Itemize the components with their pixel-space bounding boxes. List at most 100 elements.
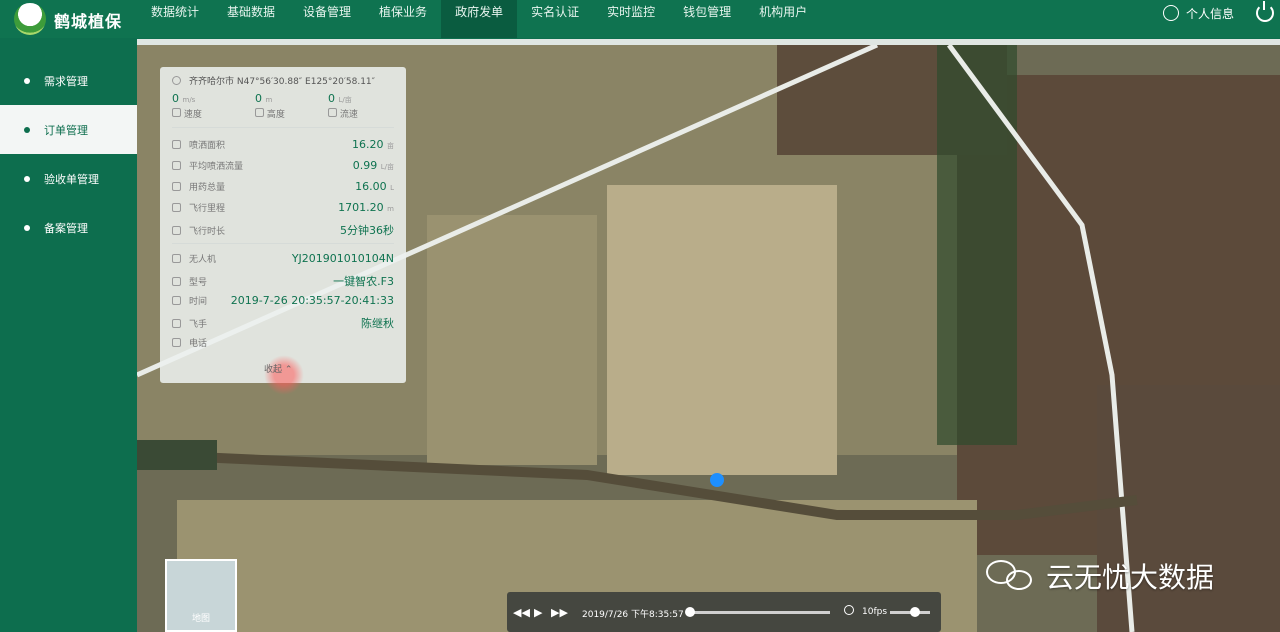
sidebar-item-label: 需求管理 — [44, 74, 88, 88]
user-icon[interactable] — [1163, 5, 1179, 21]
stat-label: 飞行里程 — [189, 204, 226, 214]
speed-slider[interactable] — [890, 607, 930, 617]
sidebar-item-acceptance[interactable]: 验收单管理 — [0, 154, 137, 203]
info-value: 陈继秋 — [361, 317, 394, 330]
nav-item-stats[interactable]: 数据统计 — [137, 0, 213, 38]
fast-forward-icon[interactable]: ▶▶ — [551, 606, 568, 619]
model-icon — [172, 276, 181, 286]
click-indicator — [264, 355, 304, 395]
info-label: 无人机 — [189, 255, 217, 265]
collapse-button[interactable]: 收起 ⌃ — [264, 362, 292, 375]
collapse-label: 收起 — [264, 365, 283, 375]
stat-value: 1701.20 — [338, 201, 384, 214]
sidebar-item-label: 订单管理 — [44, 123, 88, 137]
speed-label: 速度 — [183, 110, 202, 120]
power-icon[interactable] — [1256, 1, 1274, 22]
track-position-marker[interactable] — [710, 473, 724, 487]
nav-item-base-data[interactable]: 基础数据 — [213, 0, 289, 38]
bullet-icon — [24, 175, 30, 182]
info-value: YJ201901010104N — [291, 252, 394, 265]
distance-icon — [172, 203, 181, 212]
wechat-icon — [986, 558, 1038, 594]
nav-item-real-name[interactable]: 实名认证 — [517, 0, 593, 38]
stat-row: 喷洒面积 16.20 亩 — [172, 138, 394, 151]
stat-unit: L/亩 — [380, 163, 394, 171]
info-label: 电话 — [189, 339, 208, 349]
nav-item-device[interactable]: 设备管理 — [289, 0, 365, 38]
sidebar-item-orders[interactable]: 订单管理 — [0, 105, 137, 154]
sidebar-item-label: 验收单管理 — [44, 172, 99, 186]
stat-value: 16.00 — [355, 180, 387, 193]
bullet-icon — [24, 126, 30, 133]
flow-icon — [328, 108, 337, 117]
bullet-icon — [24, 224, 30, 231]
info-value: 2019-7-26 20:35:57-20:41:33 — [230, 294, 394, 307]
info-label: 飞手 — [189, 319, 208, 330]
top-navbar: 鹤城植保 数据统计 基础数据 设备管理 植保业务 政府发单 实名认证 实时监控 … — [0, 0, 1280, 38]
height-unit: m — [265, 96, 273, 104]
stat-row: 用药总量 16.00 L — [172, 180, 394, 193]
brand-logo — [14, 3, 46, 35]
stat-row: 飞行里程 1701.20 m — [172, 201, 394, 214]
stat-value: 0.99 — [352, 159, 378, 172]
speed-unit: m/s — [182, 96, 196, 104]
info-row: 飞手 陈继秋 — [172, 315, 394, 331]
minimap[interactable]: 地图 — [165, 559, 237, 632]
progress-knob[interactable] — [685, 607, 695, 617]
stat-value: 5分钟36秒 — [340, 224, 394, 237]
nav-item-org-users[interactable]: 机构用户 — [745, 0, 821, 38]
location-icon — [172, 76, 181, 85]
area-icon — [172, 140, 181, 149]
phone-icon — [172, 338, 181, 347]
info-row: 无人机 YJ201901010104N — [172, 252, 394, 265]
nav-item-monitor[interactable]: 实时监控 — [593, 0, 669, 38]
main-nav: 数据统计 基础数据 设备管理 植保业务 政府发单 实名认证 实时监控 钱包管理 … — [137, 0, 821, 38]
pilot-icon — [172, 318, 181, 328]
chemical-icon — [172, 182, 181, 191]
flow-label: 流速 — [339, 110, 358, 120]
info-row: 型号 一键智农.F3 — [172, 273, 394, 289]
clock-icon — [844, 605, 854, 615]
divider — [172, 243, 394, 244]
stat-unit: L — [390, 184, 394, 192]
rewind-icon[interactable]: ◀◀ — [513, 606, 530, 619]
height-label: 高度 — [266, 110, 285, 120]
speed-value: 0 — [172, 92, 179, 105]
user-info-link[interactable]: 个人信息 — [1186, 5, 1234, 22]
bullet-icon — [24, 77, 30, 84]
calendar-icon — [172, 296, 181, 305]
speed-knob[interactable] — [910, 607, 920, 617]
speed-icon — [172, 108, 181, 117]
watermark: 云无忧大数据 — [986, 556, 1214, 596]
height-icon — [255, 108, 264, 117]
playback-progress[interactable] — [685, 607, 830, 617]
play-icon[interactable]: ▶ — [534, 606, 542, 619]
playback-timestamp: 2019/7/26 下午8:35:57 — [582, 610, 684, 620]
stat-row: 飞行时长 5分钟36秒 — [172, 222, 394, 238]
sidebar: 需求管理 订单管理 验收单管理 备案管理 — [0, 56, 137, 632]
stat-value: 16.20 — [352, 138, 384, 151]
flow-rate-icon — [172, 161, 181, 170]
flow-unit: L/亩 — [338, 96, 352, 104]
info-row: 电话 — [172, 336, 394, 349]
location-text: 齐齐哈尔市 N47°56′30.88″ E125°20′58.11″ — [189, 77, 376, 87]
chevron-up-icon: ⌃ — [284, 365, 293, 375]
fps-label: 10fps — [862, 607, 888, 617]
sidebar-item-demand[interactable]: 需求管理 — [0, 56, 137, 105]
stat-unit: 亩 — [387, 142, 394, 150]
sidebar-item-filing[interactable]: 备案管理 — [0, 203, 137, 252]
info-row: 时间 2019-7-26 20:35:57-20:41:33 — [172, 294, 394, 307]
height-value: 0 — [255, 92, 262, 105]
watermark-text: 云无忧大数据 — [1046, 561, 1215, 594]
stat-unit: m — [387, 205, 394, 213]
plane-icon — [172, 225, 181, 235]
nav-item-gov-orders[interactable]: 政府发单 — [441, 0, 518, 38]
flow-value: 0 — [328, 92, 335, 105]
playback-bar: ◀◀ ▶ ▶▶ 2019/7/26 下午8:35:57 10fps — [507, 592, 941, 632]
nav-item-wallet[interactable]: 钱包管理 — [669, 0, 745, 38]
stat-row: 平均喷洒流量 0.99 L/亩 — [172, 159, 394, 172]
info-value: 一键智农.F3 — [333, 275, 394, 288]
minimap-label: 地图 — [191, 614, 210, 624]
nav-item-plant-protection[interactable]: 植保业务 — [365, 0, 441, 38]
drone-icon — [172, 254, 181, 263]
